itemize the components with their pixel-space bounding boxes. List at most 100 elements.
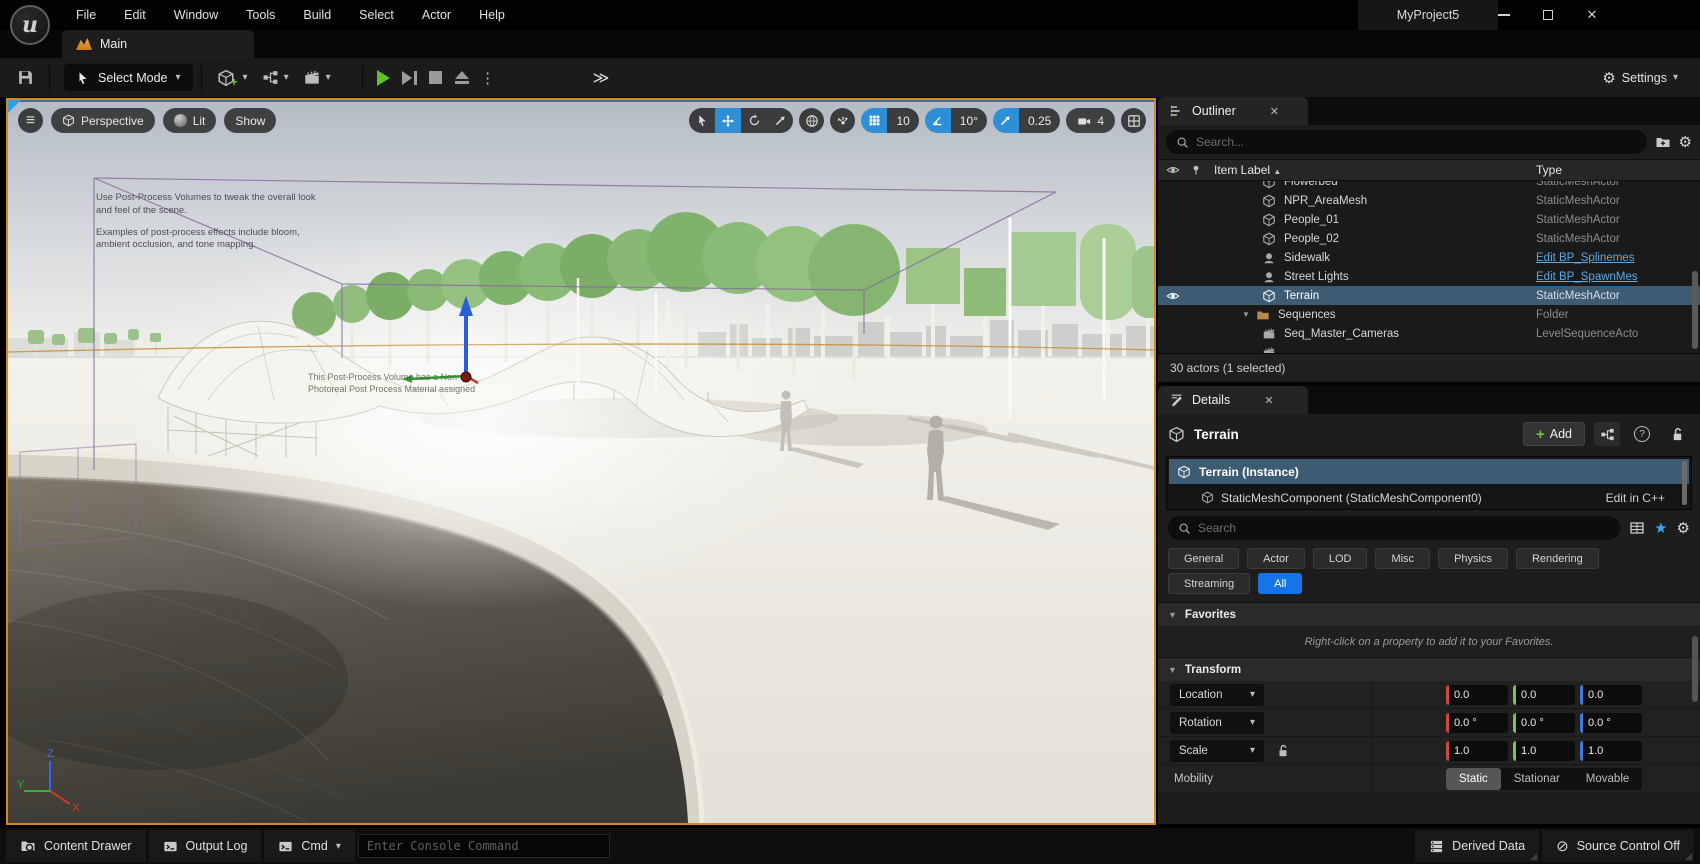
add-component-button[interactable]: + Add [1522, 422, 1585, 446]
play-options-kebab[interactable]: ⋮ [475, 65, 501, 91]
details-search-field[interactable] [1198, 521, 1611, 535]
outliner-scrollbar[interactable] [1692, 271, 1698, 349]
save-button[interactable] [10, 64, 41, 92]
component-row-selected[interactable]: Terrain (Instance) [1169, 459, 1689, 484]
unreal-logo-icon[interactable]: u [10, 5, 50, 45]
grid-snap-toggle[interactable] [861, 108, 888, 133]
add-actor-dropdown[interactable]: + ▾ [210, 64, 255, 92]
display-options-icon[interactable] [1629, 520, 1645, 536]
derived-data-button[interactable]: Derived Data [1415, 830, 1540, 862]
location-y-field[interactable]: 0.0 [1513, 684, 1575, 705]
cinematics-dropdown[interactable]: ▾ [296, 64, 338, 92]
outliner-row[interactable]: Flowerbed StaticMeshActor [1158, 181, 1700, 191]
details-settings-gear-icon[interactable]: ⚙ [1677, 519, 1690, 537]
mobility-stationary-button[interactable]: Stationar [1501, 768, 1573, 790]
cmd-dropdown[interactable]: Cmd ▾ [264, 830, 355, 862]
eye-icon[interactable] [1166, 289, 1180, 303]
scale-snap-toggle[interactable] [992, 108, 1019, 133]
location-x-field[interactable]: 0.0 [1446, 684, 1508, 705]
menu-tools[interactable]: Tools [232, 0, 289, 30]
scale-lock-toggle[interactable] [1276, 744, 1290, 758]
filter-actor[interactable]: Actor [1247, 548, 1305, 569]
help-button[interactable]: ? [1629, 422, 1655, 446]
rotation-dropdown[interactable]: Rotation ▾ [1170, 711, 1264, 734]
filter-physics[interactable]: Physics [1438, 548, 1508, 569]
visibility-column-eye-icon[interactable] [1166, 163, 1180, 177]
tab-main-level[interactable]: Main [62, 30, 254, 58]
edit-blueprint-link[interactable]: Edit BP_Splinemes [1536, 252, 1694, 264]
stop-button[interactable] [423, 65, 449, 91]
edit-blueprint-link[interactable]: Edit BP_SpawnMes [1536, 271, 1694, 283]
filter-misc[interactable]: Misc [1375, 548, 1431, 569]
rotation-y-field[interactable]: 0.0 ° [1513, 712, 1575, 733]
toolbar-overflow-button[interactable]: ≫ [593, 68, 610, 88]
menu-file[interactable]: File [62, 0, 110, 30]
outliner-row[interactable]: NPR_AreaMesh StaticMeshActor [1158, 191, 1700, 210]
grid-snap-value[interactable]: 10 [887, 108, 919, 133]
outliner-search-input[interactable] [1166, 130, 1647, 154]
edit-in-cpp-link[interactable]: Edit in C++ [1606, 491, 1665, 505]
outliner-row[interactable]: People_02 StaticMeshActor [1158, 229, 1700, 248]
add-folder-icon[interactable] [1655, 134, 1671, 150]
content-drawer-button[interactable]: Content Drawer [6, 830, 146, 862]
pin-column-icon[interactable] [1190, 164, 1202, 176]
favorites-star-icon[interactable]: ★ [1654, 519, 1667, 537]
show-dropdown[interactable]: Show [224, 108, 277, 133]
perspective-dropdown[interactable]: Perspective [51, 108, 155, 133]
console-command-input[interactable] [357, 834, 610, 858]
tab-details[interactable]: Details ✕ [1158, 386, 1308, 414]
filter-lod[interactable]: LOD [1312, 548, 1368, 569]
output-log-button[interactable]: Output Log [148, 830, 262, 862]
outliner-row[interactable]: Sidewalk Edit BP_Splinemes [1158, 248, 1700, 267]
location-dropdown[interactable]: Location ▾ [1170, 683, 1264, 706]
scale-dropdown[interactable]: Scale ▾ [1170, 739, 1264, 762]
convert-to-blueprint-button[interactable] [1594, 422, 1620, 446]
outliner-row[interactable]: Seq_Master_Cameras LevelSequenceActo [1158, 324, 1700, 343]
play-button[interactable] [371, 65, 397, 91]
tab-outliner[interactable]: Outliner ✕ [1158, 97, 1308, 125]
filter-streaming[interactable]: Streaming [1168, 573, 1251, 594]
outliner-row-partial[interactable] [1158, 343, 1700, 353]
scale-x-field[interactable]: 1.0 [1446, 740, 1508, 761]
viewport-panel[interactable]: ≡ Perspective Lit Show 10 10° 0.25 4 Use… [6, 98, 1156, 825]
close-icon[interactable]: ✕ [1264, 394, 1273, 407]
menu-edit[interactable]: Edit [110, 0, 160, 30]
move-tool-button[interactable] [715, 108, 742, 133]
scale-y-field[interactable]: 1.0 [1513, 740, 1575, 761]
camera-speed-control[interactable]: 4 [1066, 108, 1115, 133]
menu-help[interactable]: Help [465, 0, 519, 30]
viewport-options-button[interactable]: ≡ [18, 108, 43, 133]
outliner-row[interactable]: Street Lights Edit BP_SpawnMes [1158, 267, 1700, 286]
filter-rendering[interactable]: Rendering [1515, 548, 1599, 569]
filter-general[interactable]: General [1168, 548, 1240, 569]
location-z-field[interactable]: 0.0 [1580, 684, 1642, 705]
rotation-snap-value[interactable]: 10° [950, 108, 987, 133]
menu-build[interactable]: Build [289, 0, 345, 30]
outliner-row[interactable]: People_01 StaticMeshActor [1158, 210, 1700, 229]
menu-actor[interactable]: Actor [408, 0, 465, 30]
lock-details-button[interactable] [1664, 422, 1690, 446]
filter-all[interactable]: All [1258, 573, 1303, 594]
settings-dropdown[interactable]: ⚙ Settings ▾ [1602, 69, 1678, 87]
maximize-button[interactable] [1526, 0, 1570, 30]
source-control-button[interactable]: ⊘ Source Control Off [1542, 830, 1694, 862]
column-item-label[interactable]: Item Label ▲ [1214, 163, 1281, 177]
scale-z-field[interactable]: 1.0 [1580, 740, 1642, 761]
favorites-section-header[interactable]: ▼ Favorites [1158, 602, 1700, 626]
rotation-snap-toggle[interactable] [924, 108, 951, 133]
scale-tool-button[interactable] [767, 108, 794, 133]
viewport-layout-button[interactable] [1121, 108, 1146, 133]
component-row[interactable]: StaticMeshComponent (StaticMeshComponent… [1167, 486, 1691, 509]
blueprints-dropdown[interactable]: ▾ [255, 64, 296, 92]
details-scrollbar[interactable] [1692, 636, 1698, 702]
outliner-folder-row[interactable]: ▼ Sequences Folder [1158, 305, 1700, 324]
rotation-x-field[interactable]: 0.0 ° [1446, 712, 1508, 733]
eject-button[interactable] [449, 65, 475, 91]
menu-window[interactable]: Window [160, 0, 232, 30]
expand-caret-icon[interactable]: ▼ [1242, 310, 1250, 319]
outliner-row-selected[interactable]: Terrain StaticMeshActor [1158, 286, 1700, 305]
world-local-toggle[interactable] [799, 108, 825, 133]
close-button[interactable]: ✕ [1570, 0, 1614, 30]
mobility-static-button[interactable]: Static [1446, 767, 1501, 790]
view-mode-dropdown[interactable]: Lit [162, 108, 217, 133]
